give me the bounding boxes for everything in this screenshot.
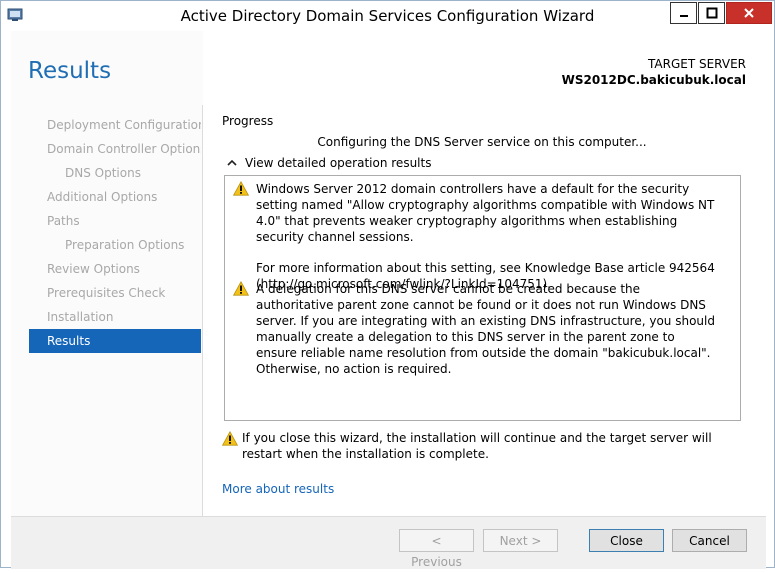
nav-item-additional-options[interactable]: Additional Options: [29, 185, 201, 209]
more-about-results-link[interactable]: More about results: [222, 482, 334, 496]
result-item: Windows Server 2012 domain controllers h…: [233, 181, 718, 292]
warning-icon: [233, 181, 249, 196]
maximize-icon: [706, 7, 717, 19]
nav-item-review-options[interactable]: Review Options: [29, 257, 201, 281]
target-server-name: WS2012DC.bakicubuk.local: [561, 73, 746, 87]
close-button[interactable]: Close: [589, 529, 664, 552]
wizard-nav: Deployment Configuration Domain Controll…: [29, 113, 201, 353]
nav-item-installation[interactable]: Installation: [29, 305, 201, 329]
minimize-button[interactable]: [670, 2, 697, 24]
result-text: A delegation for this DNS server cannot …: [256, 282, 715, 376]
cancel-button[interactable]: Cancel: [672, 529, 747, 552]
target-server-info: TARGET SERVER WS2012DC.bakicubuk.local: [562, 56, 746, 88]
page-title: Results: [28, 58, 112, 84]
warning-icon: [233, 281, 249, 296]
nav-item-domain-controller-options[interactable]: Domain Controller Options: [29, 137, 201, 161]
nav-item-paths[interactable]: Paths: [29, 209, 201, 233]
warning-icon: [222, 431, 238, 446]
maximize-button[interactable]: [698, 2, 725, 24]
nav-item-results[interactable]: Results: [29, 329, 201, 353]
next-button[interactable]: Next >: [483, 529, 558, 552]
nav-item-preparation-options[interactable]: Preparation Options: [29, 233, 201, 257]
results-box[interactable]: Windows Server 2012 domain controllers h…: [224, 175, 741, 421]
result-item: A delegation for this DNS server cannot …: [233, 281, 718, 377]
button-bar: < Previous Next > Close Cancel: [11, 516, 766, 569]
close-window-button[interactable]: [726, 2, 772, 24]
details-toggle[interactable]: View detailed operation results: [226, 156, 431, 170]
window-title: Active Directory Domain Services Configu…: [180, 7, 595, 25]
title-bar[interactable]: Active Directory Domain Services Configu…: [1, 1, 774, 31]
nav-item-deployment-configuration[interactable]: Deployment Configuration: [29, 113, 201, 137]
details-toggle-label: View detailed operation results: [245, 156, 432, 170]
wizard-window: Active Directory Domain Services Configu…: [0, 0, 775, 569]
nav-item-dns-options[interactable]: DNS Options: [29, 161, 201, 185]
close-icon: [744, 8, 754, 18]
target-server-label: TARGET SERVER: [648, 57, 746, 71]
restart-warning: If you close this wizard, the installati…: [222, 430, 742, 462]
restart-warning-text: If you close this wizard, the installati…: [242, 431, 712, 461]
chevron-up-icon: [227, 159, 237, 166]
previous-button[interactable]: < Previous: [399, 529, 474, 569]
progress-label: Progress: [222, 114, 274, 128]
nav-item-prerequisites-check[interactable]: Prerequisites Check: [29, 281, 201, 305]
progress-status: Configuring the DNS Server service on th…: [317, 135, 647, 149]
sidebar-divider: [202, 105, 203, 516]
result-text: Windows Server 2012 domain controllers h…: [256, 182, 715, 244]
minimize-icon: [679, 15, 688, 17]
